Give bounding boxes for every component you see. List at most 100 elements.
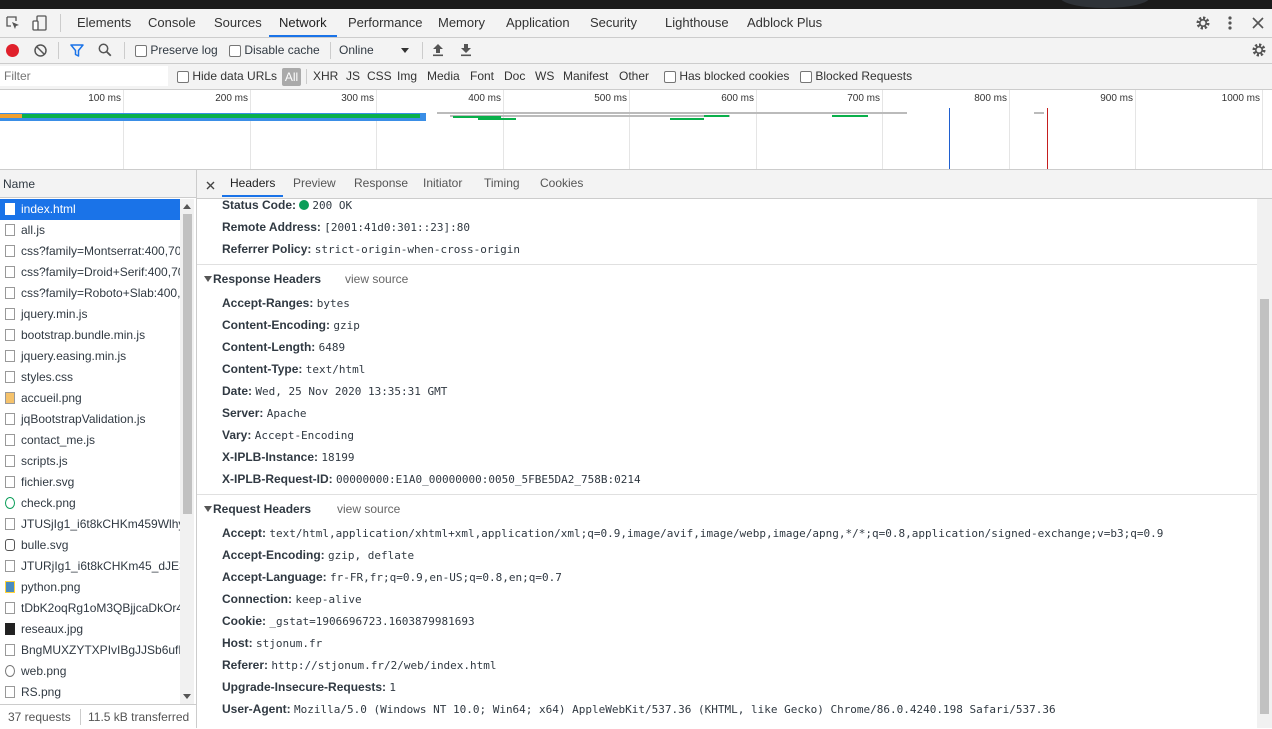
inspect-element-icon[interactable] — [6, 16, 20, 33]
checkbox-box[interactable] — [229, 44, 241, 57]
throttling-select[interactable]: Online — [339, 38, 374, 63]
tab-lighthouse[interactable]: Lighthouse — [655, 9, 739, 37]
network-overview-timeline[interactable]: 100 ms 200 ms 300 ms 400 ms 500 ms 600 m… — [0, 90, 1272, 170]
close-detail-icon[interactable] — [206, 179, 215, 193]
request-list[interactable]: index.html all.js css?family=Montserrat:… — [0, 199, 180, 704]
headers-scrollbar[interactable] — [1257, 199, 1272, 728]
export-har-icon[interactable] — [460, 43, 472, 60]
type-filter-xhr[interactable]: XHR — [313, 64, 338, 89]
request-row[interactable]: css?family=Roboto+Slab:400,100 — [0, 283, 180, 304]
request-row[interactable]: check.png — [0, 493, 180, 514]
request-row[interactable]: web.png — [0, 661, 180, 682]
header-row: Connection: keep-alive — [222, 588, 362, 610]
request-row[interactable]: accueil.png — [0, 388, 180, 409]
request-row[interactable]: contact_me.js — [0, 430, 180, 451]
grid-line — [629, 90, 630, 169]
checkbox-box[interactable] — [135, 44, 147, 57]
type-filter-img[interactable]: Img — [397, 64, 417, 89]
header-row: X-IPLB-Request-ID: 00000000:E1A0_0000000… — [222, 468, 641, 490]
request-row[interactable]: jquery.easing.min.js — [0, 346, 180, 367]
scroll-down-icon[interactable] — [183, 694, 191, 699]
type-filter-doc[interactable]: Doc — [504, 64, 525, 89]
request-row[interactable]: index.html — [0, 199, 180, 220]
type-filter-media[interactable]: Media — [427, 64, 460, 89]
request-name: jquery.easing.min.js — [21, 349, 127, 363]
tab-adblock-plus[interactable]: Adblock Plus — [737, 9, 832, 37]
tab-elements[interactable]: Elements — [67, 9, 141, 37]
request-row[interactable]: css?family=Montserrat:400,700 — [0, 241, 180, 262]
type-filter-all[interactable]: All — [282, 68, 301, 86]
request-row[interactable]: RS.png — [0, 682, 180, 703]
tab-memory[interactable]: Memory — [428, 9, 495, 37]
tab-application[interactable]: Application — [496, 9, 580, 37]
request-row[interactable]: fichier.svg — [0, 472, 180, 493]
tab-performance[interactable]: Performance — [338, 9, 432, 37]
request-row[interactable]: JTURjIg1_i6t8kCHKm45_dJE3gnD_g.woff2 — [0, 556, 180, 577]
type-filter-ws[interactable]: WS — [535, 64, 554, 89]
settings-gear-icon[interactable] — [1195, 15, 1211, 34]
request-row[interactable]: jquery.min.js — [0, 304, 180, 325]
tab-headers[interactable]: Headers — [222, 170, 284, 197]
tab-initiator[interactable]: Initiator — [423, 170, 462, 197]
request-row[interactable]: styles.css — [0, 367, 180, 388]
request-row[interactable]: all.js — [0, 220, 180, 241]
close-devtools-icon[interactable] — [1252, 17, 1264, 32]
request-name: bootstrap.bundle.min.js — [21, 328, 146, 342]
type-filter-font[interactable]: Font — [470, 64, 494, 89]
header-key: Cookie: — [222, 614, 267, 628]
filter-input[interactable] — [0, 66, 168, 86]
response-headers-section[interactable]: Response Headers view source — [197, 264, 1257, 293]
tab-console[interactable]: Console — [138, 9, 206, 37]
request-list-scrollbar[interactable] — [180, 199, 194, 704]
import-har-icon[interactable] — [432, 43, 444, 60]
tab-cookies[interactable]: Cookies — [540, 170, 583, 197]
view-source-link[interactable]: view source — [345, 265, 408, 293]
request-row[interactable]: BngMUXZYTXPIvIBgJJSb6ufN5qU.woff2 — [0, 640, 180, 661]
disable-cache-checkbox[interactable]: Disable cache — [229, 38, 320, 63]
view-source-link[interactable]: view source — [337, 495, 400, 523]
request-headers-section[interactable]: Request Headers view source — [197, 494, 1257, 523]
request-row[interactable]: css?family=Droid+Serif:400,700 — [0, 262, 180, 283]
tab-security[interactable]: Security — [580, 9, 647, 37]
request-row[interactable]: python.png — [0, 577, 180, 598]
tab-response[interactable]: Response — [354, 170, 408, 197]
search-icon[interactable] — [98, 43, 112, 60]
request-row[interactable]: jqBootstrapValidation.js — [0, 409, 180, 430]
more-options-icon[interactable] — [1226, 15, 1234, 34]
request-row[interactable]: scripts.js — [0, 451, 180, 472]
network-settings-gear-icon[interactable] — [1251, 42, 1267, 61]
clear-icon[interactable] — [34, 44, 47, 60]
request-row[interactable]: tDbK2oqRg1oM3QBjjcaDkOr4nAfcHg.woff2 — [0, 598, 180, 619]
blocked-requests-checkbox[interactable]: Blocked Requests — [800, 64, 912, 89]
type-filter-js[interactable]: JS — [346, 64, 360, 89]
request-row[interactable]: bootstrap.bundle.min.js — [0, 325, 180, 346]
has-blocked-cookies-checkbox[interactable]: Has blocked cookies — [664, 64, 789, 89]
scrollbar-thumb[interactable] — [1260, 299, 1269, 714]
tab-preview[interactable]: Preview — [293, 170, 336, 197]
request-row[interactable]: JTUSjIg1_i6t8kCHKm459WlhyyTh89Y.woff2 — [0, 514, 180, 535]
scrollbar-thumb[interactable] — [183, 214, 192, 514]
checkbox-box[interactable] — [177, 70, 189, 83]
record-button-icon[interactable] — [6, 44, 19, 57]
checkbox-box[interactable] — [664, 70, 676, 83]
filter-funnel-icon[interactable] — [70, 44, 84, 60]
checkbox-box[interactable] — [800, 70, 812, 83]
header-row: Content-Length: 6489 — [222, 336, 345, 358]
tab-timing[interactable]: Timing — [484, 170, 520, 197]
preserve-log-checkbox[interactable]: Preserve log — [135, 38, 218, 63]
chevron-down-icon[interactable] — [401, 48, 409, 53]
name-column-header[interactable]: Name — [0, 170, 196, 198]
header-key: Content-Type: — [222, 362, 303, 376]
device-toolbar-icon[interactable] — [32, 15, 48, 34]
type-filter-manifest[interactable]: Manifest — [563, 64, 608, 89]
expand-triangle-icon[interactable] — [204, 506, 212, 512]
request-row[interactable]: bulle.svg — [0, 535, 180, 556]
expand-triangle-icon[interactable] — [204, 276, 212, 282]
hide-data-urls-checkbox[interactable]: Hide data URLs — [177, 64, 277, 89]
scroll-up-icon[interactable] — [183, 204, 191, 209]
type-filter-other[interactable]: Other — [619, 64, 649, 89]
tab-sources[interactable]: Sources — [204, 9, 272, 37]
type-filter-css[interactable]: CSS — [367, 64, 392, 89]
request-row[interactable]: reseaux.jpg — [0, 619, 180, 640]
tab-network[interactable]: Network — [269, 9, 337, 37]
